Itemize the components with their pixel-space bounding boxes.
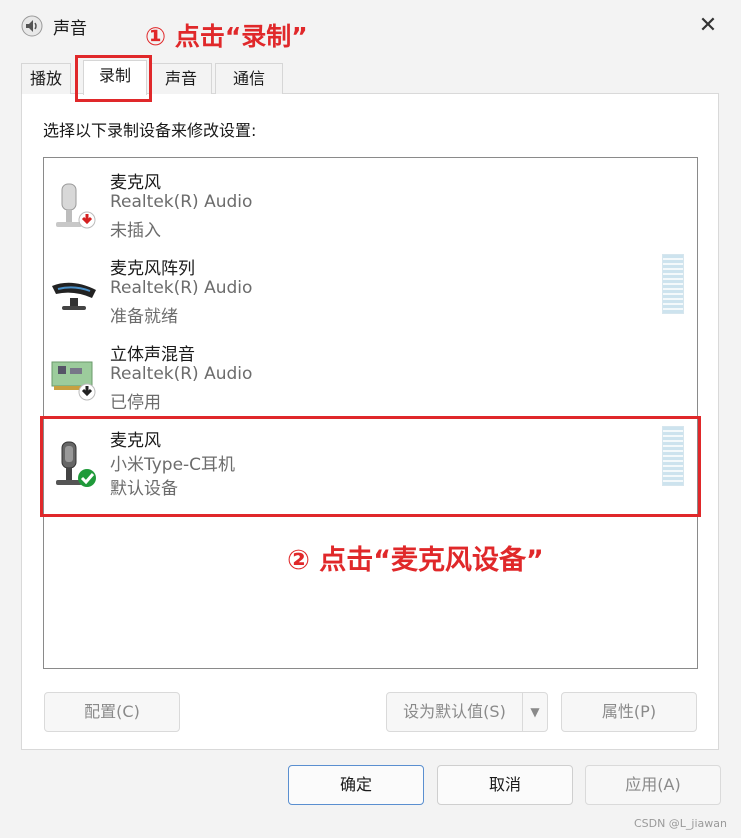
device-name: 麦克风阵列 — [110, 259, 195, 279]
set-default-dropdown-icon[interactable]: ▼ — [522, 692, 548, 732]
tab-sounds[interactable]: 声音 — [150, 63, 212, 94]
microphone-unplugged-icon — [56, 183, 96, 229]
sound-dialog: 声音 ✕ ① 点击“录制” 播放 录制 声音 通信 选择以下录制设备来修改设置:… — [0, 0, 741, 838]
device-item-stereo-mix[interactable]: 立体声混音 Realtek(R) Audio 已停用 — [44, 330, 697, 416]
highlight-microphone-device — [40, 416, 701, 517]
device-name: 立体声混音 — [110, 345, 195, 365]
tab-communications[interactable]: 通信 — [215, 63, 283, 94]
close-button[interactable]: ✕ — [692, 10, 724, 42]
device-name: 麦克风 — [110, 173, 161, 193]
annotation-step2: ② 点击“麦克风设备” — [287, 545, 544, 576]
device-item-microphone-array[interactable]: 麦克风阵列 Realtek(R) Audio 准备就绪 — [44, 244, 697, 330]
window-title: 声音 — [53, 19, 87, 39]
cancel-button[interactable]: 取消 — [437, 765, 573, 805]
recording-device-list[interactable]: 麦克风 Realtek(R) Audio 未插入 麦克风阵列 Realtek(R… — [43, 157, 698, 669]
tab-playback[interactable]: 播放 — [21, 63, 71, 94]
device-driver: Realtek(R) Audio — [110, 364, 253, 384]
annotation-step1: ① 点击“录制” — [145, 22, 308, 51]
apply-button[interactable]: 应用(A) — [585, 765, 721, 805]
configure-button[interactable]: 配置(C) — [44, 692, 180, 732]
microphone-array-icon — [52, 282, 96, 310]
properties-button[interactable]: 属性(P) — [561, 692, 697, 732]
device-status: 已停用 — [110, 393, 161, 413]
sound-card-disabled-icon — [51, 361, 96, 401]
watermark: CSDN @L_jiawan — [633, 817, 727, 830]
device-status: 准备就绪 — [110, 307, 178, 327]
device-driver: Realtek(R) Audio — [110, 278, 253, 298]
device-item-microphone-unplugged[interactable]: 麦克风 Realtek(R) Audio 未插入 — [44, 158, 697, 244]
device-driver: Realtek(R) Audio — [110, 192, 253, 212]
speaker-icon — [21, 15, 43, 37]
level-meter — [662, 254, 684, 314]
ok-button[interactable]: 确定 — [288, 765, 424, 805]
set-default-button[interactable]: 设为默认值(S) — [386, 692, 523, 732]
title-bar: 声音 ✕ — [0, 0, 741, 52]
device-status: 未插入 — [110, 221, 161, 241]
instruction-label: 选择以下录制设备来修改设置: — [43, 121, 257, 140]
highlight-recording-tab — [75, 55, 152, 102]
